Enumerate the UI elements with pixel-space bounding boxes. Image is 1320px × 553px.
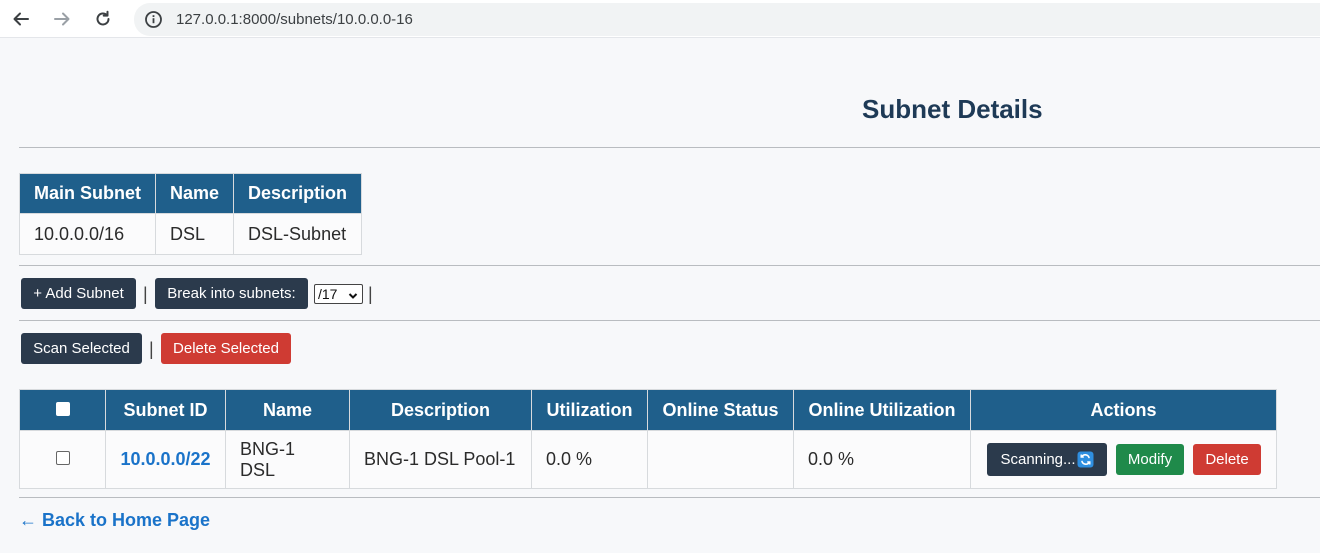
name-cell: BNG-1 DSL (225, 430, 350, 489)
column-header-online-utilization: Online Utilization (793, 389, 971, 431)
browser-toolbar: 127.0.0.1:8000/subnets/10.0.0.0-16 (0, 0, 1320, 38)
chevron-down-icon (348, 288, 358, 304)
prefix-select[interactable]: /17 (314, 284, 363, 304)
scan-selected-button[interactable]: Scan Selected (21, 333, 142, 364)
column-header-main-subnet: Main Subnet (19, 173, 156, 214)
row-select-cell (19, 430, 106, 489)
divider (19, 147, 1320, 148)
back-to-home-link[interactable]: ← Back to Home Page (19, 510, 210, 531)
online-utilization-cell: 0.0 % (793, 430, 971, 489)
back-arrow-icon[interactable] (10, 8, 32, 30)
info-icon[interactable] (144, 10, 163, 34)
add-subnet-button[interactable]: + Add Subnet (21, 278, 136, 309)
column-header-select-all (19, 389, 106, 431)
subnets-table: Subnet ID Name Description Utilization O… (19, 389, 1277, 489)
divider (19, 320, 1320, 321)
column-header-name: Name (225, 389, 350, 431)
main-subnet-table: Main Subnet Name Description 10.0.0.0/16… (19, 173, 363, 255)
separator: | (143, 284, 148, 304)
reload-icon[interactable] (92, 8, 114, 30)
column-header-description: Description (233, 173, 363, 214)
subnet-id-cell: 10.0.0.0/22 (105, 430, 226, 489)
main-subnet-cell: 10.0.0.0/16 (19, 213, 156, 255)
description-cell: DSL-Subnet (233, 213, 363, 255)
select-all-checkbox[interactable] (55, 401, 70, 416)
subnet-id-link[interactable]: 10.0.0.0/22 (120, 449, 210, 469)
address-bar[interactable]: 127.0.0.1:8000/subnets/10.0.0.0-16 (134, 3, 1320, 36)
column-header-name: Name (154, 173, 235, 214)
scan-button[interactable]: Scanning... (987, 443, 1107, 476)
modify-button[interactable]: Modify (1116, 444, 1184, 475)
table-row: 10.0.0.0/22 BNG-1 DSL BNG-1 DSL Pool-1 0… (19, 430, 1277, 489)
table-row: 10.0.0.0/16 DSL DSL-Subnet (19, 213, 363, 255)
row-checkbox[interactable] (55, 451, 70, 465)
column-header-subnet-id: Subnet ID (105, 389, 226, 431)
delete-button[interactable]: Delete (1193, 444, 1261, 475)
online-status-cell (647, 430, 794, 489)
separator: | (368, 284, 373, 304)
refresh-icon (1077, 451, 1094, 468)
url-text: 127.0.0.1:8000/subnets/10.0.0.0-16 (176, 11, 413, 28)
column-header-online-status: Online Status (647, 389, 794, 431)
column-header-actions: Actions (970, 389, 1277, 431)
name-cell: DSL (154, 213, 235, 255)
divider (19, 497, 1320, 498)
column-header-description: Description (349, 389, 532, 431)
break-into-subnets-button[interactable]: Break into subnets: (155, 278, 308, 309)
actions-cell: Scanning... Modify Delete (970, 430, 1277, 489)
scan-button-label: Scanning... (1000, 451, 1076, 468)
prefix-select-value: /17 (318, 286, 338, 302)
column-header-utilization: Utilization (531, 389, 648, 431)
description-cell: BNG-1 DSL Pool-1 (349, 430, 532, 489)
delete-selected-button[interactable]: Delete Selected (161, 333, 291, 364)
separator: | (149, 339, 154, 359)
forward-arrow-icon[interactable] (51, 8, 73, 30)
divider (19, 265, 1320, 266)
page-title: Subnet Details (862, 94, 1043, 124)
utilization-cell: 0.0 % (531, 430, 648, 489)
